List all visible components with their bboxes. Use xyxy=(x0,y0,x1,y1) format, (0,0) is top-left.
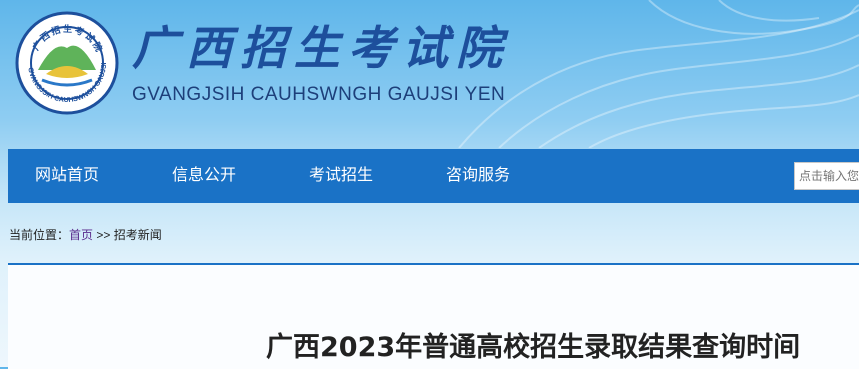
main-nav: 网站首页 信息公开 考试招生 咨询服务 xyxy=(8,149,859,203)
breadcrumb-home-link[interactable]: 首页 xyxy=(69,228,93,242)
site-subtitle: GVANGJSIH CAUHSWNGH GAUJSI YEN xyxy=(132,84,506,105)
site-title: 广西招生考试院 xyxy=(132,21,510,75)
logo-emblem-icon: GVANGJSIH CAUHSWNGH GAUJSI YEN 广西招生考试院 xyxy=(14,10,119,115)
nav-item-consult-service[interactable]: 咨询服务 xyxy=(446,149,510,203)
nav-item-home[interactable]: 网站首页 xyxy=(35,149,99,203)
article-content: 广西2023年普通高校招生录取结果查询时间 xyxy=(8,263,859,369)
breadcrumb-current: 招考新闻 xyxy=(113,228,162,242)
breadcrumb: 当前位置：首页 >> 招考新闻 xyxy=(9,226,162,243)
nav-item-exam-admission[interactable]: 考试招生 xyxy=(309,149,373,203)
breadcrumb-prefix: 当前位置： xyxy=(9,228,70,242)
breadcrumb-separator: >> xyxy=(93,228,114,242)
search-input[interactable] xyxy=(794,162,859,190)
site-header: GVANGJSIH CAUHSWNGH GAUJSI YEN 广西招生考试院 广… xyxy=(0,0,859,148)
nav-item-info-disclosure[interactable]: 信息公开 xyxy=(172,149,236,203)
article-title: 广西2023年普通高校招生录取结果查询时间 xyxy=(266,332,801,363)
